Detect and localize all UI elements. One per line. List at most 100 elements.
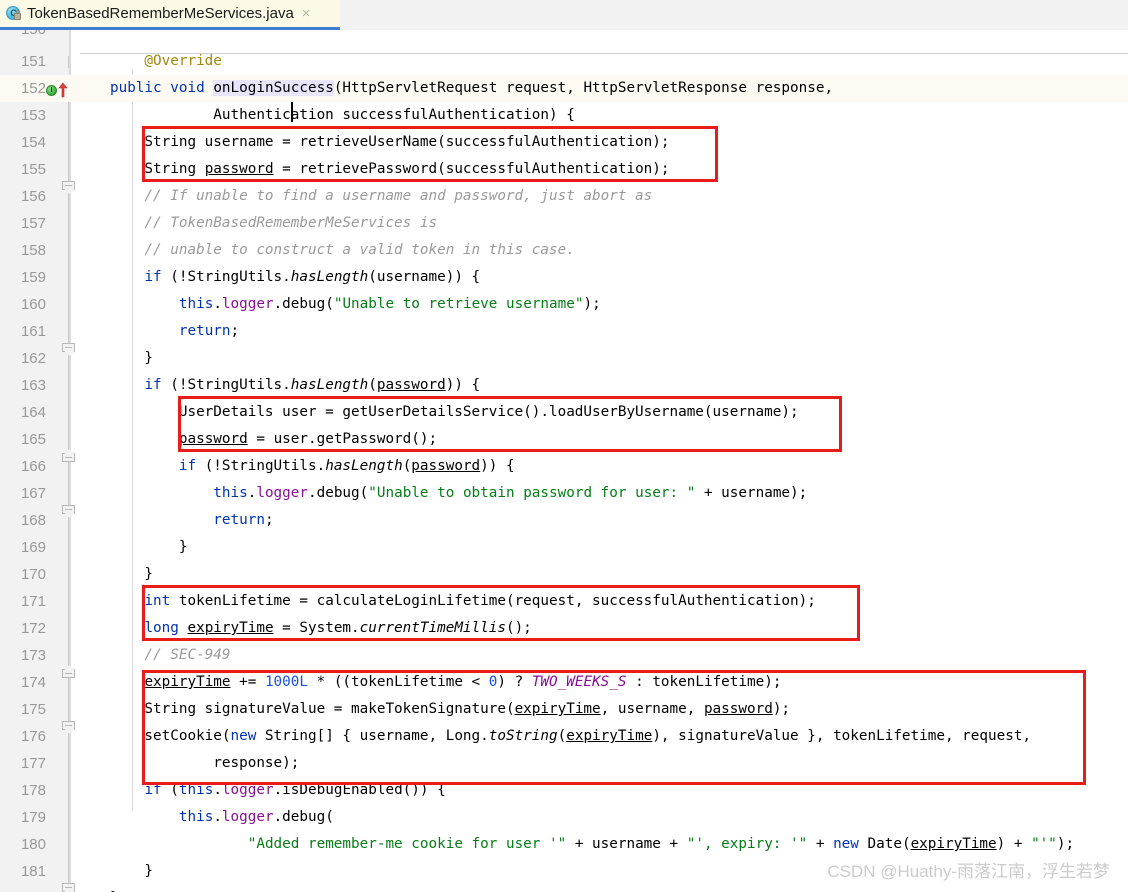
code-line-161[interactable]: 161 return; — [0, 318, 1128, 345]
code-text: this.logger.debug( — [178, 809, 334, 825]
code-line-157[interactable]: 157 // TokenBasedRememberMeServices is — [0, 210, 1128, 237]
code-line-162[interactable]: 162 } — [0, 345, 1128, 678]
line-number: 173 — [20, 647, 46, 664]
line-number: 162 — [20, 350, 46, 367]
code-line-154[interactable]: 154 String username = retrieveUserName(s… — [0, 129, 1128, 156]
code-text: "Added remember-me cookie for user '" + … — [247, 836, 1075, 852]
line-number: 157 — [20, 215, 46, 232]
tab-token-based-remember-me-services[interactable]: C TokenBasedRememberMeServices.java × — [0, 0, 340, 27]
code-text: } — [110, 539, 188, 555]
code-line-166[interactable]: 166 if (!StringUtils.hasLength(password)… — [0, 453, 1128, 892]
code-editor[interactable]: 150 151 @Override 152 I public void onLo… — [0, 30, 1128, 892]
code-line-158[interactable]: 158 // unable to construct a valid token… — [0, 237, 1128, 462]
code-text: } — [110, 566, 154, 582]
code-line-156[interactable]: 156 // If unable to find a username and … — [0, 183, 1128, 356]
code-text: int tokenLifetime = calculateLoginLifeti… — [144, 593, 816, 609]
watermark-text: CSDN @Huathy-雨落江南，浮生若梦 — [827, 862, 1110, 881]
line-number: 155 — [20, 161, 46, 178]
line-number: 172 — [20, 620, 46, 637]
code-text: // SEC-949 — [110, 647, 231, 663]
code-line-178[interactable]: 178 if (this.logger.isDebugEnabled()) { — [0, 777, 1128, 804]
line-number: 168 — [20, 512, 46, 529]
line-number: 150 — [0, 30, 46, 43]
code-text: } — [110, 863, 154, 879]
code-line-180[interactable]: 180 "Added remember-me cookie for user '… — [0, 831, 1128, 858]
code-line-182[interactable]: 182 } — [0, 885, 1128, 892]
line-number: 178 — [20, 782, 46, 799]
line-number: 167 — [20, 485, 46, 502]
code-text: return; — [213, 512, 274, 528]
line-number: 160 — [20, 296, 46, 313]
line-number: 159 — [20, 269, 46, 286]
code-line-151[interactable]: 151 @Override — [0, 48, 1128, 75]
code-text: if (!StringUtils.hasLength(password)) { — [178, 458, 515, 474]
line-number: 180 — [20, 836, 46, 853]
close-icon[interactable]: × — [302, 6, 311, 21]
code-line-160[interactable]: 160 this.logger.debug("Unable to retriev… — [0, 291, 1128, 318]
code-line-164[interactable]: 164 UserDetails user = getUserDetailsSer… — [0, 399, 1128, 426]
code-line-173[interactable]: 173 // SEC-949 — [0, 642, 1128, 669]
code-line-165[interactable]: 165 password = user.getPassword(); — [0, 426, 1128, 453]
code-line-155[interactable]: 155 String password = retrievePassword(s… — [0, 156, 1128, 183]
code-text: return; — [178, 323, 240, 339]
code-text: // TokenBasedRememberMeServices is — [110, 215, 438, 231]
code-line-177[interactable]: 177 response); — [0, 750, 1128, 777]
line-number: 163 — [20, 377, 46, 394]
code-line-163[interactable]: 163 if (!StringUtils.hasLength(password)… — [0, 372, 1128, 734]
code-text: password = user.getPassword(); — [178, 431, 438, 447]
code-text: this.logger.debug("Unable to retrieve us… — [178, 296, 601, 312]
code-text: public void onLoginSuccess(HttpServletRe… — [110, 80, 834, 96]
code-text: if (!StringUtils.hasLength(username)) { — [144, 269, 481, 285]
line-number: 175 — [20, 701, 46, 718]
tab-label: TokenBasedRememberMeServices.java — [27, 5, 294, 22]
line-number: 151 — [20, 53, 46, 70]
line-number: 177 — [20, 755, 46, 772]
line-number: 165 — [20, 431, 46, 448]
code-line-159[interactable]: 159 if (!StringUtils.hasLength(username)… — [0, 264, 1128, 518]
line-number: 154 — [20, 134, 46, 151]
code-text: long expiryTime = System.currentTimeMill… — [144, 620, 532, 636]
code-line-152[interactable]: 152 I public void onLoginSuccess(HttpSer… — [0, 75, 1128, 102]
code-text: if (!StringUtils.hasLength(password)) { — [144, 377, 481, 393]
code-text: @Override — [110, 53, 222, 69]
code-line-168[interactable]: 168 return; — [0, 507, 1128, 534]
code-line-167[interactable]: 167 this.logger.debug("Unable to obtain … — [0, 480, 1128, 507]
line-number: 182 — [0, 885, 46, 892]
java-class-icon: C — [6, 5, 22, 22]
code-text: } — [110, 350, 154, 366]
line-number: 153 — [20, 107, 46, 124]
code-text: setCookie(new String[] { username, Long.… — [110, 728, 1032, 744]
implemented-method-icon[interactable]: I — [46, 85, 57, 96]
override-arrow-icon[interactable] — [58, 82, 68, 98]
code-line-174[interactable]: 174 expiryTime += 1000L * ((tokenLifetim… — [0, 669, 1128, 696]
code-line-172[interactable]: 172 long expiryTime = System.currentTime… — [0, 615, 1128, 642]
line-number: 152 — [20, 80, 46, 97]
line-number: 161 — [20, 323, 46, 340]
editor-tab-bar: C TokenBasedRememberMeServices.java × — [0, 0, 1128, 31]
code-text: response); — [110, 755, 300, 771]
line-number: 174 — [20, 674, 46, 691]
code-line-150[interactable]: 150 — [0, 30, 1128, 43]
code-text: // If unable to find a username and pass… — [110, 188, 653, 204]
code-line-153[interactable]: 153 Authentication successfulAuthenticat… — [0, 102, 1128, 194]
lock-icon-body — [14, 12, 21, 20]
code-line-176[interactable]: 176 setCookie(new String[] { username, L… — [0, 723, 1128, 750]
line-number: 179 — [20, 809, 46, 826]
line-number: 181 — [20, 863, 46, 880]
line-number: 171 — [20, 593, 46, 610]
line-number: 158 — [20, 242, 46, 259]
code-line-175[interactable]: 175 String signatureValue = makeTokenSig… — [0, 696, 1128, 723]
code-text: if (this.logger.isDebugEnabled()) { — [144, 782, 446, 798]
code-text: expiryTime += 1000L * ((tokenLifetime < … — [144, 674, 782, 690]
code-text: String password = retrievePassword(succe… — [110, 161, 670, 177]
code-line-170[interactable]: 170 } — [0, 561, 1128, 588]
code-text: this.logger.debug("Unable to obtain pass… — [213, 485, 808, 501]
code-line-171[interactable]: 171 int tokenLifetime = calculateLoginLi… — [0, 588, 1128, 615]
code-line-179[interactable]: 179 this.logger.debug( — [0, 804, 1128, 831]
code-text: } — [110, 885, 119, 892]
code-text: // unable to construct a valid token in … — [110, 242, 575, 258]
code-text: UserDetails user = getUserDetailsService… — [110, 404, 799, 420]
line-number: 176 — [20, 728, 46, 745]
code-line-169[interactable]: 169 } — [0, 534, 1128, 561]
line-number: 166 — [20, 458, 46, 475]
